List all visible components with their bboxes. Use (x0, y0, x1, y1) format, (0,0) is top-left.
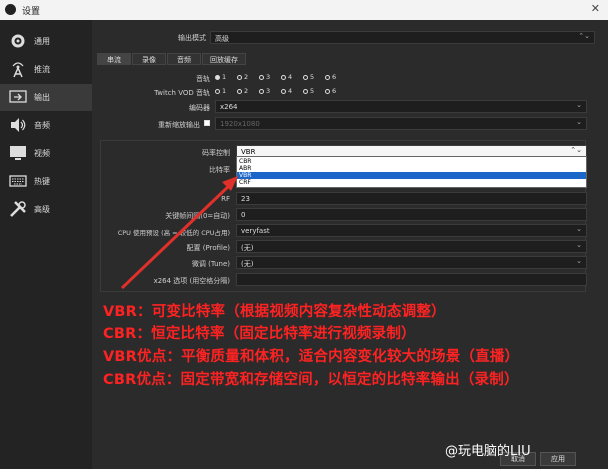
watermark: @玩电脑的LIU (445, 444, 531, 459)
annotation-cbr-advantage: CBR优点：固定带宽和存储空间，以恒定的比特率输出（录制） (103, 372, 519, 388)
annotation-arrow (120, 176, 238, 290)
annotation-cbr: CBR：恒定比特率（固定比特率进行视频录制） (103, 326, 416, 342)
apply-button[interactable]: 应用 (540, 452, 576, 466)
annotation-vbr: VBR：可变比特率（根据视频内容复杂性动态调整） (103, 304, 446, 320)
annotation-vbr-advantage: VBR优点：平衡质量和体积，适合内容变化较大的场景（直播） (103, 349, 520, 365)
